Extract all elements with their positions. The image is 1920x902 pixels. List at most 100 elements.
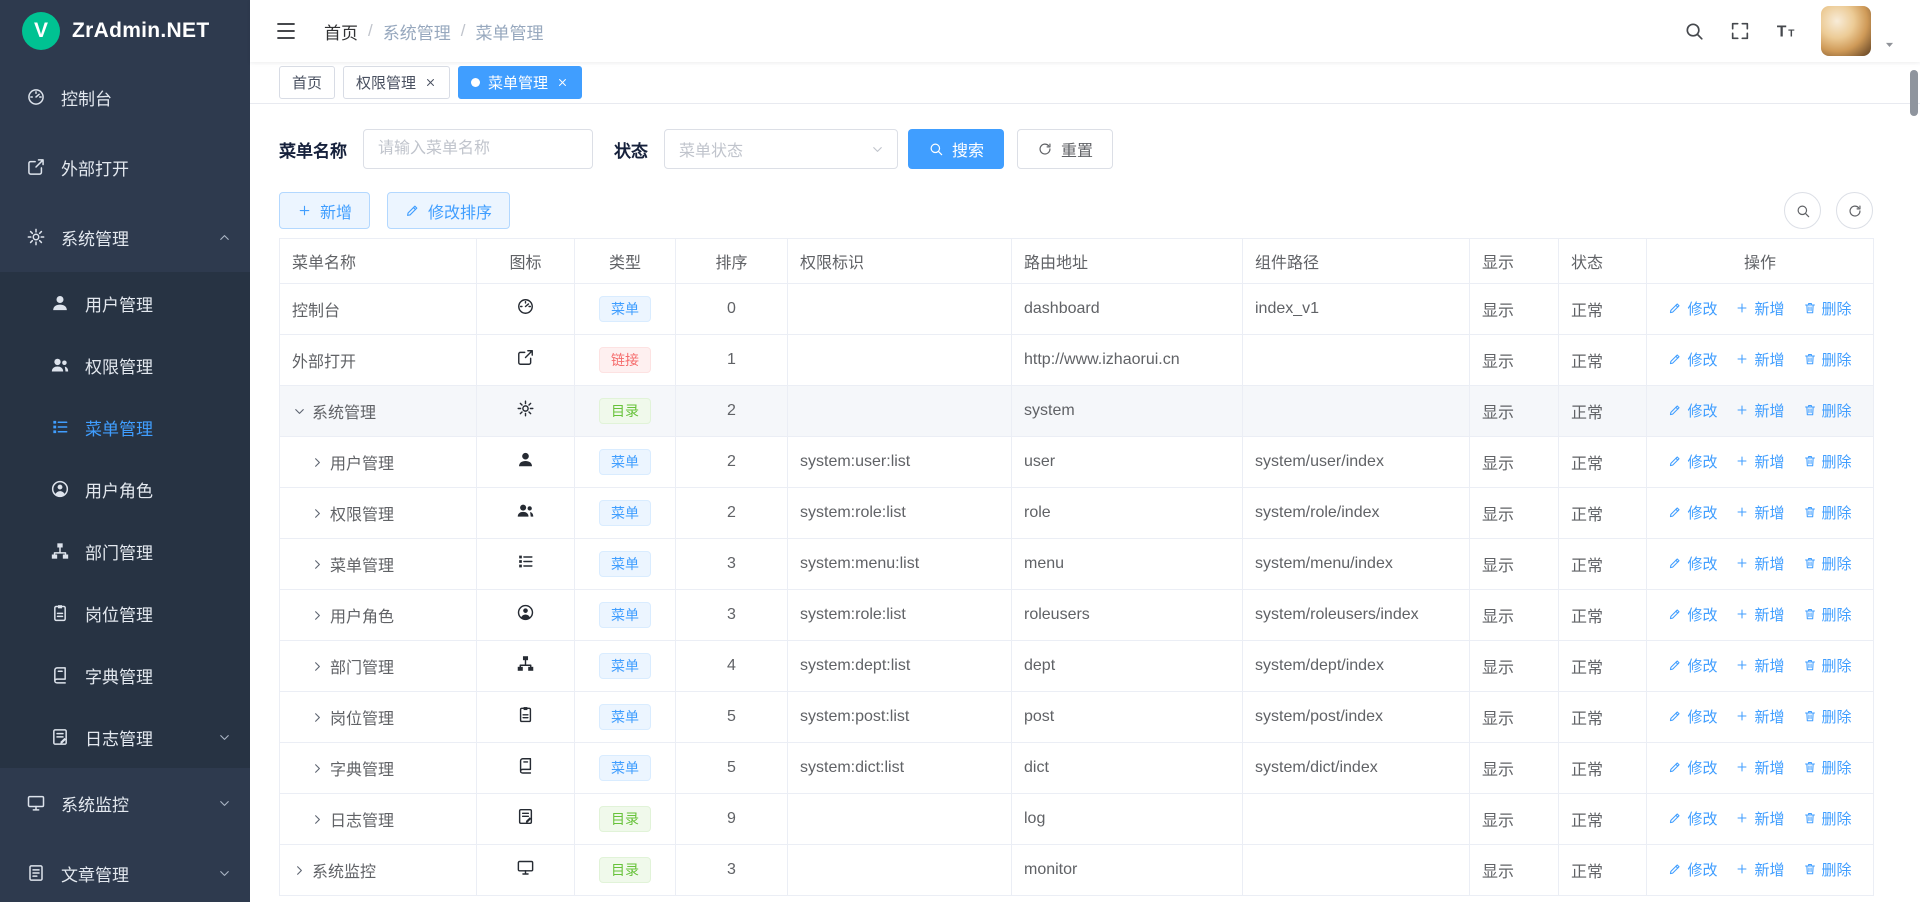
tab-首页[interactable]: 首页 (279, 66, 335, 99)
close-icon[interactable] (556, 76, 569, 89)
breadcrumb-item[interactable]: 首页 (324, 19, 358, 44)
chevron-down-icon (217, 796, 232, 811)
user-avatar[interactable] (1821, 6, 1871, 56)
edit-link[interactable]: 修改 (1668, 808, 1717, 829)
add-link[interactable]: 新增 (1735, 451, 1784, 472)
table-refresh-button[interactable] (1836, 192, 1873, 229)
search-button-label: 搜索 (952, 137, 984, 161)
delete-link[interactable]: 删除 (1803, 604, 1852, 625)
chevron-right-icon[interactable] (310, 710, 325, 725)
sidebar-item-external[interactable]: 外部打开 (0, 132, 250, 202)
add-link[interactable]: 新增 (1735, 502, 1784, 523)
sidebar-item-log[interactable]: 日志管理 (0, 706, 250, 768)
add-link[interactable]: 新增 (1735, 349, 1784, 370)
sidebar-item-label: 用户角色 (85, 477, 153, 502)
delete-link[interactable]: 删除 (1803, 298, 1852, 319)
edit-link[interactable]: 修改 (1668, 706, 1717, 727)
chevron-right-icon[interactable] (310, 506, 325, 521)
sidebar-item-menu[interactable]: 菜单管理 (0, 396, 250, 458)
chevron-right-icon[interactable] (310, 557, 325, 572)
sidebar-item-user[interactable]: 用户管理 (0, 272, 250, 334)
edit-link[interactable]: 修改 (1668, 298, 1717, 319)
delete-link[interactable]: 删除 (1803, 808, 1852, 829)
status-select[interactable]: 菜单状态 (664, 129, 898, 169)
tab-菜单管理[interactable]: 菜单管理 (458, 66, 582, 99)
refresh-icon (1847, 203, 1863, 219)
chevron-down-icon[interactable] (292, 404, 307, 419)
add-link[interactable]: 新增 (1735, 604, 1784, 625)
fullscreen-icon[interactable] (1729, 20, 1751, 42)
tree-icon (50, 541, 70, 561)
breadcrumb-item[interactable]: 菜单管理 (475, 19, 543, 44)
add-link[interactable]: 新增 (1735, 400, 1784, 421)
reset-button[interactable]: 重置 (1017, 129, 1113, 169)
delete-link[interactable]: 删除 (1803, 349, 1852, 370)
logo[interactable]: V ZrAdmin.NET (0, 0, 250, 62)
edit-link[interactable]: 修改 (1668, 604, 1717, 625)
chevron-right-icon[interactable] (310, 761, 325, 776)
breadcrumb-item[interactable]: 系统管理 (383, 19, 451, 44)
add-link[interactable]: 新增 (1735, 655, 1784, 676)
chevron-right-icon[interactable] (310, 455, 325, 470)
tab-权限管理[interactable]: 权限管理 (343, 66, 450, 99)
table-row: 系统监控目录3monitor显示正常修改新增删除 (280, 845, 1874, 896)
sidebar-item-monitor[interactable]: 系统监控 (0, 768, 250, 838)
op-label: 删除 (1822, 757, 1852, 778)
sidebar-item-post[interactable]: 岗位管理 (0, 582, 250, 644)
edit-link[interactable]: 修改 (1668, 553, 1717, 574)
op-label: 修改 (1687, 706, 1717, 727)
cell-name: 系统管理 (280, 386, 477, 437)
plus-icon (1735, 454, 1749, 468)
sidebar-item-dict[interactable]: 字典管理 (0, 644, 250, 706)
add-link[interactable]: 新增 (1735, 553, 1784, 574)
cell-path: role (1012, 488, 1243, 539)
delete-link[interactable]: 删除 (1803, 502, 1852, 523)
delete-link[interactable]: 删除 (1803, 553, 1852, 574)
edit-link[interactable]: 修改 (1668, 502, 1717, 523)
edit-link[interactable]: 修改 (1668, 655, 1717, 676)
table-search-button[interactable] (1784, 192, 1821, 229)
search-button[interactable]: 搜索 (908, 129, 1004, 169)
sidebar-item-system[interactable]: 系统管理 (0, 202, 250, 272)
trash-icon (1803, 301, 1817, 315)
delete-link[interactable]: 删除 (1803, 400, 1852, 421)
add-link[interactable]: 新增 (1735, 808, 1784, 829)
add-link[interactable]: 新增 (1735, 859, 1784, 880)
edit-link[interactable]: 修改 (1668, 757, 1717, 778)
sidebar-item-dept[interactable]: 部门管理 (0, 520, 250, 582)
delete-link[interactable]: 删除 (1803, 451, 1852, 472)
delete-link[interactable]: 删除 (1803, 859, 1852, 880)
delete-link[interactable]: 删除 (1803, 655, 1852, 676)
scrollbar-thumb[interactable] (1910, 70, 1918, 116)
edit-link[interactable]: 修改 (1668, 451, 1717, 472)
add-link[interactable]: 新增 (1735, 298, 1784, 319)
delete-link[interactable]: 删除 (1803, 706, 1852, 727)
edit-link[interactable]: 修改 (1668, 400, 1717, 421)
close-icon[interactable] (424, 76, 437, 89)
add-link[interactable]: 新增 (1735, 757, 1784, 778)
delete-link[interactable]: 删除 (1803, 757, 1852, 778)
sort-button[interactable]: 修改排序 (387, 192, 510, 229)
menu-collapse-icon[interactable] (274, 19, 298, 43)
chevron-right-icon[interactable] (310, 659, 325, 674)
sidebar-item-dashboard[interactable]: 控制台 (0, 62, 250, 132)
add-button[interactable]: 新增 (279, 192, 370, 229)
sidebar-item-roleusers[interactable]: 用户角色 (0, 458, 250, 520)
page-scrollbar[interactable] (1910, 64, 1918, 898)
chevron-right-icon[interactable] (310, 608, 325, 623)
add-link[interactable]: 新增 (1735, 706, 1784, 727)
cell-name: 用户角色 (280, 590, 477, 641)
edit-link[interactable]: 修改 (1668, 859, 1717, 880)
edit-link[interactable]: 修改 (1668, 349, 1717, 370)
chevron-right-icon[interactable] (310, 812, 325, 827)
sidebar-item-article[interactable]: 文章管理 (0, 838, 250, 902)
menu-name-input[interactable] (363, 129, 593, 169)
font-size-icon[interactable]: TT (1775, 20, 1797, 42)
type-tag: 菜单 (599, 602, 651, 628)
chevron-right-icon[interactable] (292, 863, 307, 878)
avatar-caret-icon[interactable] (1883, 38, 1896, 51)
cell-perms (788, 794, 1012, 845)
cell-type: 菜单 (575, 692, 676, 743)
sidebar-item-role[interactable]: 权限管理 (0, 334, 250, 396)
search-icon[interactable] (1683, 20, 1705, 42)
